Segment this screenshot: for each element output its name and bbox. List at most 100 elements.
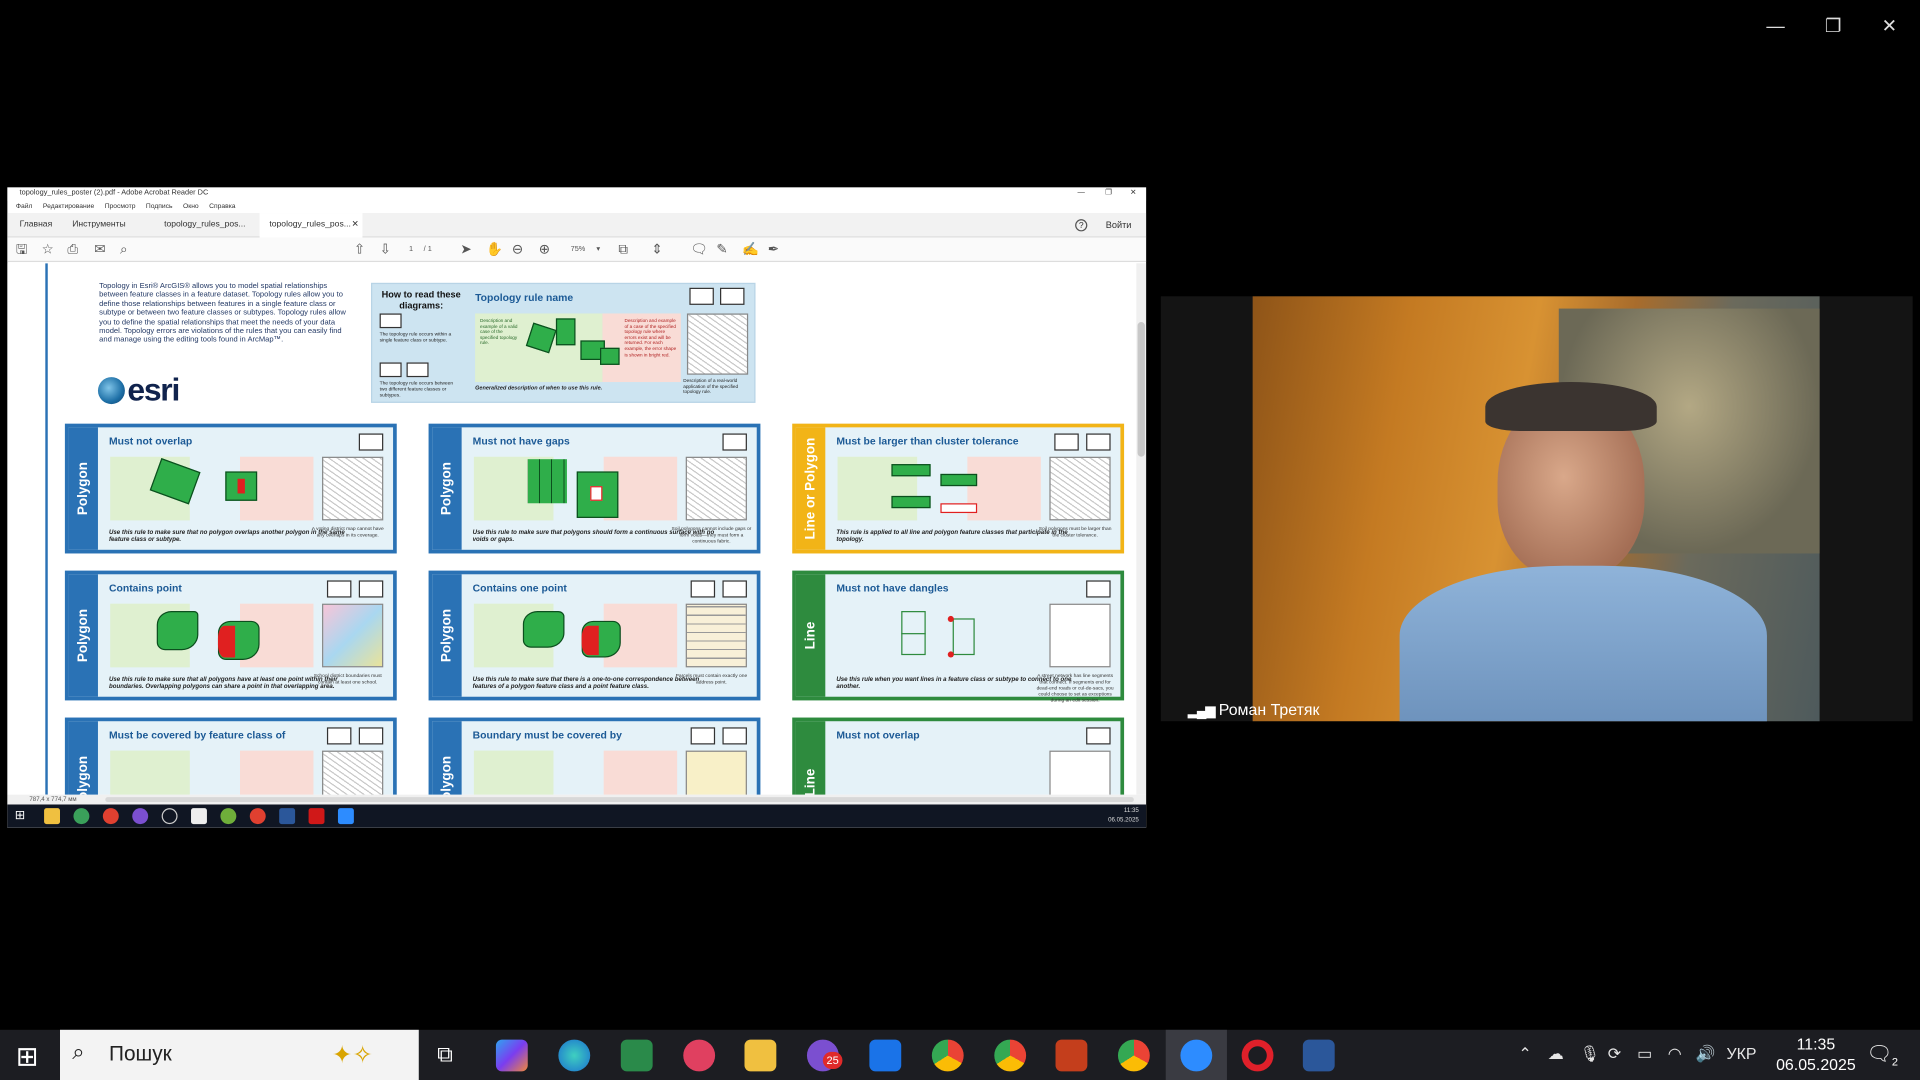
file-explorer-icon[interactable] <box>744 1039 777 1072</box>
tab-home[interactable]: Главная <box>10 213 62 237</box>
single-class-icon <box>722 433 747 451</box>
viber-icon[interactable] <box>132 808 149 825</box>
battery-icon[interactable]: ▭ <box>1637 1044 1652 1064</box>
action-center-icon[interactable]: 🗨 <box>1866 1042 1892 1066</box>
search-icon[interactable]: ⌕ <box>120 241 128 258</box>
acrobat-close-icon[interactable]: ✕ <box>1130 187 1136 200</box>
chevron-down-icon[interactable]: ▾ <box>596 241 600 258</box>
window-title: topology_rules_poster (2).pdf - Adobe Ac… <box>19 189 209 198</box>
page-down-icon[interactable]: ⇩ <box>380 241 391 258</box>
two-class-icon <box>406 362 429 378</box>
word-icon[interactable] <box>1302 1039 1335 1072</box>
tab-document-2-label: topology_rules_pos... <box>269 220 351 229</box>
qgis-icon[interactable] <box>220 808 237 825</box>
onedrive-icon[interactable]: ☁ <box>1548 1044 1564 1064</box>
powerpoint-icon[interactable] <box>1055 1039 1088 1072</box>
tab-document-2[interactable]: topology_rules_pos... ✕ <box>259 213 363 238</box>
tab-bar: Главная Инструменты topology_rules_pos..… <box>7 213 1147 238</box>
minimize-icon[interactable]: — <box>1758 10 1792 44</box>
fit-page-icon[interactable]: ⧉ <box>618 241 628 258</box>
menu-window[interactable]: Окно <box>183 203 199 210</box>
scroll-mode-icon[interactable]: ⇕ <box>651 241 662 258</box>
tab-tools[interactable]: Инструменты <box>62 213 135 237</box>
file-icon[interactable] <box>191 808 207 825</box>
start-icon[interactable]: ⊞ <box>15 808 31 824</box>
system-clock[interactable]: 11:35 06.05.2025 <box>1771 1033 1862 1075</box>
card-category: Line or Polygon <box>795 427 826 550</box>
zoom-in-icon[interactable]: ⊕ <box>539 241 550 258</box>
chevron-up-icon[interactable]: ⌃ <box>1518 1044 1531 1064</box>
scrollbar-thumb[interactable] <box>1137 322 1145 457</box>
acrobat-icon[interactable] <box>308 808 325 825</box>
select-cursor-icon[interactable]: ➤ <box>460 241 471 258</box>
esri-logo-text: esri <box>127 371 180 408</box>
chrome-icon[interactable] <box>102 808 119 825</box>
chrome-icon[interactable] <box>249 808 266 825</box>
polygon-shape <box>156 611 199 651</box>
pdf-document-view[interactable]: Topology in Esri® ArcGIS® allows you to … <box>7 263 1137 795</box>
word-icon[interactable] <box>279 808 296 825</box>
two-class-icon <box>720 287 745 305</box>
task-view-icon[interactable]: ⧉ <box>437 1042 453 1068</box>
defender-icon[interactable] <box>869 1039 902 1072</box>
save-icon[interactable]: 🖫 <box>16 241 27 258</box>
sync-icon[interactable]: ⟳ <box>1608 1044 1621 1064</box>
microphone-icon[interactable]: 🎙 <box>1580 1044 1600 1064</box>
acrobat-minimize-icon[interactable]: — <box>1078 187 1085 200</box>
snipping-tool-icon[interactable] <box>683 1039 716 1072</box>
chrome-icon[interactable] <box>931 1039 964 1072</box>
highlight-pen-icon[interactable]: ✎ <box>716 241 727 258</box>
windows-start-icon[interactable]: ⊞ <box>16 1041 39 1073</box>
edge-icon[interactable] <box>558 1039 591 1072</box>
copilot-icon[interactable] <box>495 1039 528 1072</box>
page-number-input[interactable]: 1 <box>409 241 413 258</box>
hand-tool-icon[interactable]: ✋ <box>486 241 503 258</box>
horizontal-scrollbar[interactable] <box>105 797 1134 803</box>
email-icon[interactable]: ✉ <box>94 241 105 258</box>
sign-icon[interactable]: ✒ <box>768 241 779 258</box>
comment-icon[interactable]: 🗨 <box>691 241 708 258</box>
participant-name: Роман Третяк <box>1218 700 1320 719</box>
explorer-icon[interactable] <box>44 808 61 825</box>
draw-icon[interactable]: ✍ <box>742 241 759 258</box>
card-description: Use this rule to make sure that all poly… <box>108 675 338 691</box>
tab-close-icon[interactable]: ✕ <box>352 213 359 237</box>
menu-view[interactable]: Просмотр <box>105 203 136 210</box>
participant-video-tile[interactable]: ▂▄▆ Роман Третяк <box>1160 296 1913 722</box>
menu-sign[interactable]: Подпись <box>146 203 173 210</box>
zoom-taskbar-active[interactable] <box>1165 1029 1227 1080</box>
real-world-map <box>685 750 747 795</box>
chrome-profile-icon[interactable] <box>994 1039 1027 1072</box>
polygon-shape <box>891 495 931 509</box>
menu-file[interactable]: Файл <box>16 203 33 210</box>
card-category: Polygon <box>68 574 98 697</box>
participant-video <box>1252 296 1820 722</box>
signin-button[interactable]: Войти <box>1106 213 1132 237</box>
close-icon[interactable]: ✕ <box>1872 10 1906 44</box>
zoom-level-select[interactable]: 75% <box>571 241 586 258</box>
acrobat-restore-icon[interactable]: ❐ <box>1105 187 1112 200</box>
zoom-icon[interactable] <box>337 808 354 825</box>
chrome-icon[interactable] <box>73 808 90 825</box>
restore-icon[interactable]: ❐ <box>1816 10 1850 44</box>
help-icon[interactable]: ? <box>1075 219 1088 232</box>
volume-icon[interactable]: 🔊 <box>1696 1044 1716 1064</box>
wifi-icon[interactable]: ◠ <box>1668 1044 1682 1064</box>
zoom-out-icon[interactable]: ⊖ <box>512 241 523 258</box>
rule-card-must-not-overlap: Polygon Must not overlap A voting distri… <box>64 423 397 554</box>
calculator-icon[interactable] <box>620 1039 653 1072</box>
gap-error-shape <box>590 486 603 501</box>
tab-document-1[interactable]: topology_rules_pos... <box>154 213 255 237</box>
language-indicator[interactable]: УКР <box>1727 1044 1757 1062</box>
bookmark-star-icon[interactable]: ☆ <box>42 241 54 258</box>
menu-edit[interactable]: Редактирование <box>43 203 94 210</box>
chrome-profile-icon[interactable] <box>1117 1039 1150 1072</box>
menu-help[interactable]: Справка <box>209 203 235 210</box>
search-box[interactable]: ⌕ Пошук ✦✧ <box>60 1029 419 1080</box>
vertical-scrollbar[interactable] <box>1136 263 1147 795</box>
rule-card-must-not-have-dangles: Line Must not have dangles A street netw… <box>792 570 1125 703</box>
clock-icon[interactable] <box>161 808 178 825</box>
opera-icon[interactable] <box>1241 1039 1274 1072</box>
page-up-icon[interactable]: ⇧ <box>354 241 365 258</box>
print-icon[interactable]: ⎙ <box>67 241 78 258</box>
